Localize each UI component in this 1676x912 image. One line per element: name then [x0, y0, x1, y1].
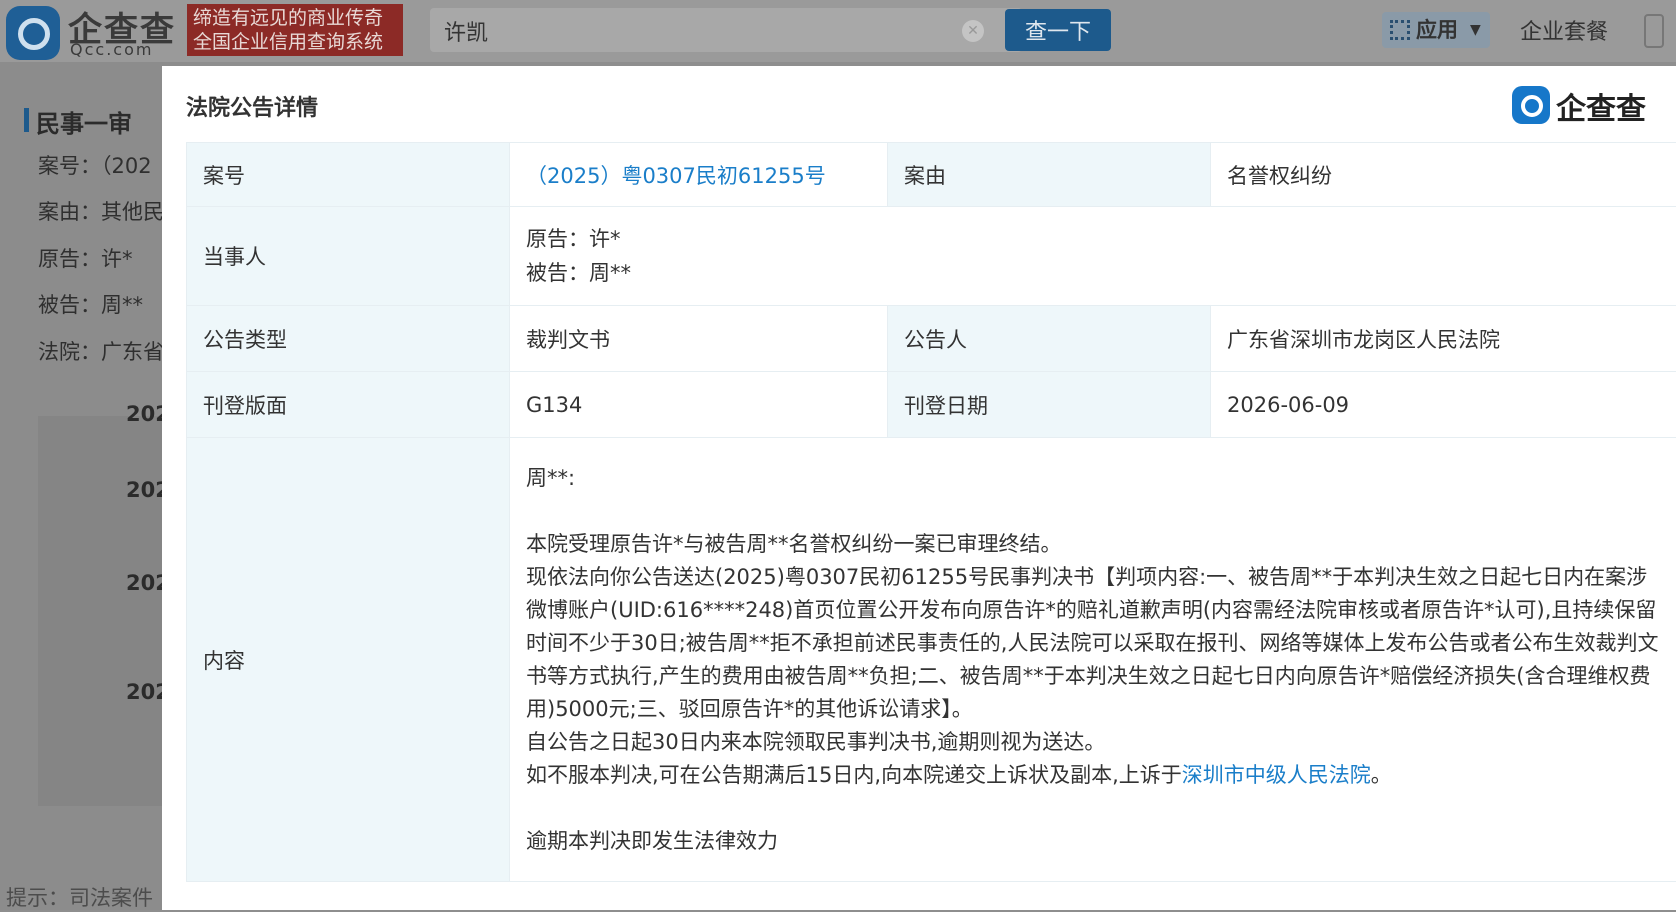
content-appeal-suffix: 。 [1371, 763, 1392, 787]
clear-search-icon[interactable]: ✕ [962, 20, 984, 42]
background-section-title: 民事一审 [36, 104, 132, 139]
table-row: 刊登版面 G134 刊登日期 2026-06-09 [187, 372, 1676, 438]
background-case-no: 案号：（202 [38, 150, 152, 180]
intermediate-court-link[interactable]: 深圳市中级人民法院 [1182, 763, 1371, 787]
content-paragraph: 如不服本判决,可在公告期满后15日内,向本院递交上诉状及副本,上诉于深圳市中级人… [526, 759, 1660, 792]
background-timeline-card [38, 416, 168, 806]
background-plaintiff: 原告：许* [38, 243, 133, 273]
content-label: 内容 [187, 438, 510, 882]
case-number-label: 案号 [187, 143, 510, 207]
case-number-link[interactable]: （2025）粤0307民初61255号 [510, 143, 888, 207]
table-row: 内容 周**: 本院受理原告许*与被告周**名誉权纠纷一案已审理终结。 现依法向… [187, 438, 1676, 882]
mobile-phone-icon[interactable] [1644, 14, 1664, 48]
table-row: 当事人 原告：许* 被告：周** [187, 207, 1676, 306]
table-row: 案号 （2025）粤0307民初61255号 案由 名誉权纠纷 [187, 143, 1676, 207]
content-paragraph: 现依法向你公告送达(2025)粤0307民初61255号民事判决书【判项内容:一… [526, 561, 1660, 726]
publication-date-label: 刊登日期 [888, 372, 1211, 438]
plaintiff: 原告：许* [526, 222, 1660, 256]
modal-brand-text: 企查查 [1556, 84, 1646, 128]
defendant: 被告：周** [526, 256, 1660, 290]
announcer-value: 广东省深圳市龙岗区人民法院 [1211, 306, 1676, 372]
content-paragraph: 本院受理原告许*与被告周**名誉权纠纷一案已审理终结。 [526, 528, 1660, 561]
announcement-content: 周**: 本院受理原告许*与被告周**名誉权纠纷一案已审理终结。 现依法向你公告… [510, 438, 1676, 882]
court-announcement-modal: 法院公告详情 企查查 案号 （2025）粤0307民初61255号 案由 名誉权… [162, 66, 1676, 910]
slogan-banner: 缔造有远见的商业传奇 全国企业信用查询系统 [187, 4, 403, 56]
apps-grid-icon [1390, 20, 1410, 40]
parties-label: 当事人 [187, 207, 510, 306]
content-paragraph: 自公告之日起30日内来本院领取民事判决书,逾期则视为送达。 [526, 726, 1660, 759]
search-box [430, 8, 1022, 52]
publication-page-label: 刊登版面 [187, 372, 510, 438]
content-appeal-text: 如不服本判决,可在公告期满后15日内,向本院递交上诉状及副本,上诉于 [526, 763, 1182, 787]
table-row: 公告类型 裁判文书 公告人 广东省深圳市龙岗区人民法院 [187, 306, 1676, 372]
background-cause: 案由：其他民 [38, 196, 164, 226]
chevron-down-icon: ▼ [1470, 12, 1481, 48]
background-defendant: 被告：周** [38, 289, 143, 319]
apps-label: 应用 [1416, 12, 1458, 48]
content-paragraph: 逾期本判决即发生法律效力 [526, 825, 1660, 858]
parties-value: 原告：许* 被告：周** [510, 207, 1676, 306]
background-court: 法院：广东省 [38, 336, 164, 366]
slogan-line-2: 全国企业信用查询系统 [193, 30, 397, 54]
qcc-logo-icon[interactable] [6, 6, 60, 60]
slogan-line-1: 缔造有远见的商业传奇 [193, 6, 397, 30]
case-cause-label: 案由 [888, 143, 1211, 207]
publication-date-value: 2026-06-09 [1211, 372, 1676, 438]
publication-page-value: G134 [510, 372, 888, 438]
brand-domain: Qcc.com [70, 40, 153, 59]
qcc-logo-icon [1512, 86, 1550, 124]
announcement-detail-table: 案号 （2025）粤0307民初61255号 案由 名誉权纠纷 当事人 原告：许… [186, 142, 1676, 882]
enterprise-package-link[interactable]: 企业套餐 [1520, 14, 1608, 46]
apps-menu-button[interactable]: 应用 ▼ [1382, 12, 1490, 48]
modal-brand-logo: 企查查 [1512, 84, 1652, 126]
announcer-label: 公告人 [888, 306, 1211, 372]
announcement-type-value: 裁判文书 [510, 306, 888, 372]
case-cause-value: 名誉权纠纷 [1211, 143, 1676, 207]
modal-title: 法院公告详情 [186, 90, 318, 122]
background-tip: 提示：司法案件 [6, 882, 153, 912]
search-button[interactable]: 查一下 [1005, 9, 1111, 51]
top-navigation-bar: 企查查 Qcc.com 缔造有远见的商业传奇 全国企业信用查询系统 ✕ 查一下 … [0, 0, 1676, 62]
content-salutation: 周**: [526, 462, 1660, 495]
search-input[interactable] [442, 16, 966, 46]
announcement-type-label: 公告类型 [187, 306, 510, 372]
